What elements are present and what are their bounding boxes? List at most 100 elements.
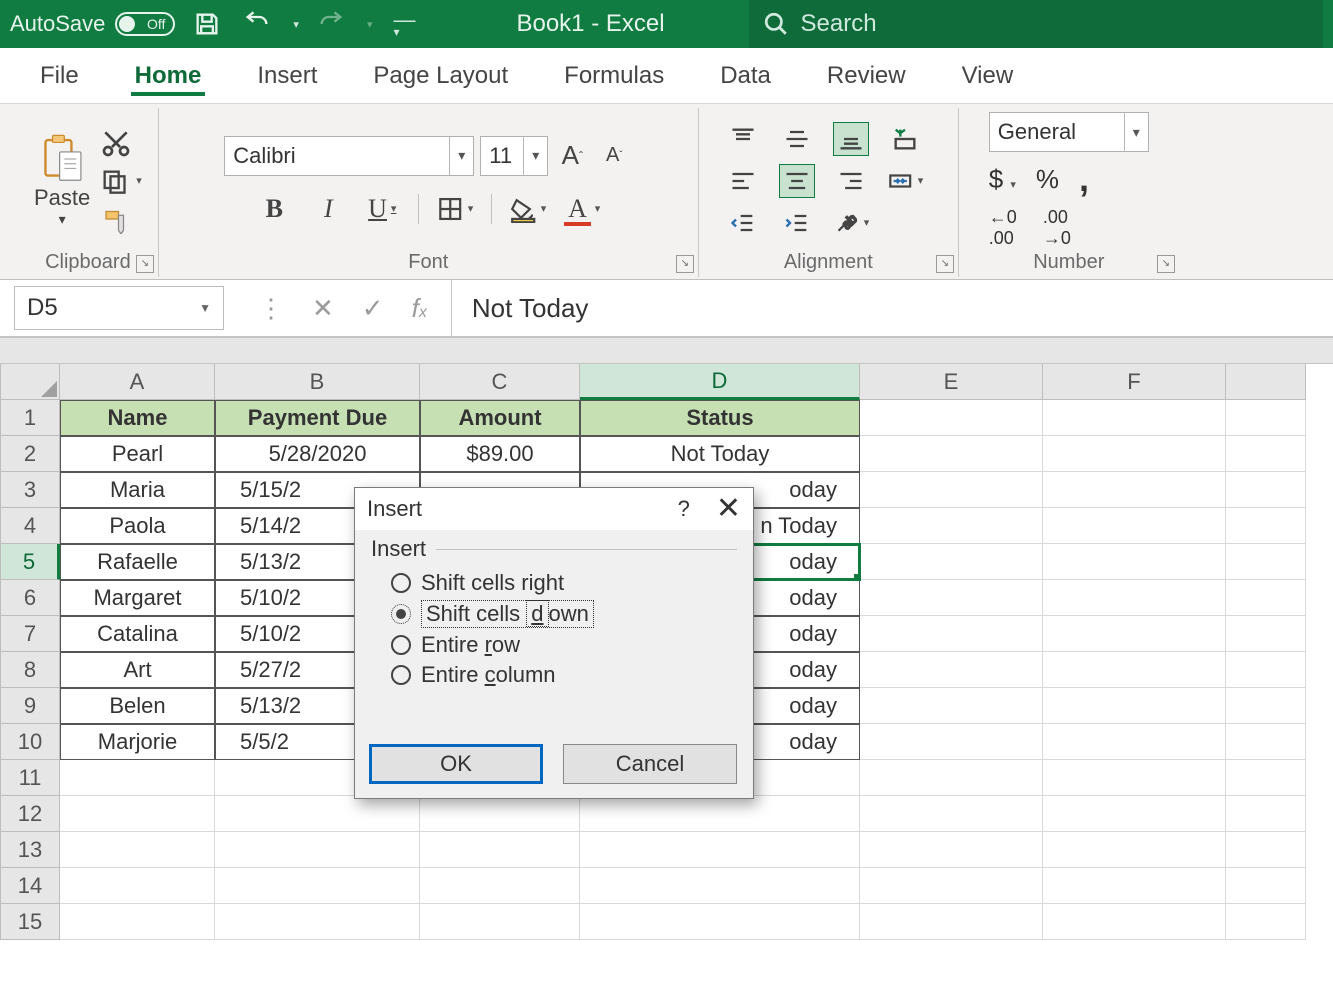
decrease-indent-icon[interactable] [725, 206, 761, 240]
bold-button[interactable]: B [256, 192, 292, 226]
table-header[interactable]: Payment Due [215, 400, 420, 436]
cell[interactable] [860, 652, 1043, 688]
cell[interactable]: Belen [60, 688, 215, 724]
increase-decimal-icon[interactable]: ←0.00 [989, 207, 1017, 249]
cell[interactable] [580, 868, 860, 904]
row-header[interactable]: 3 [0, 472, 60, 508]
cell[interactable] [1043, 832, 1226, 868]
cell[interactable] [860, 904, 1043, 940]
chevron-down-icon[interactable]: ▾ [293, 18, 299, 31]
fx-icon[interactable]: fx [412, 293, 427, 324]
comma-button[interactable]: , [1079, 172, 1089, 186]
font-size-combo[interactable]: 11▾ [480, 136, 548, 176]
autosave-toggle[interactable]: AutoSave Off [10, 11, 175, 37]
help-button[interactable]: ? [678, 496, 690, 522]
cell[interactable] [1043, 688, 1226, 724]
cell[interactable] [420, 868, 580, 904]
tab-file[interactable]: File [36, 56, 83, 96]
dialog-launcher-icon[interactable]: ↘ [936, 255, 954, 273]
cell[interactable] [860, 832, 1043, 868]
row-header[interactable]: 9 [0, 688, 60, 724]
underline-button[interactable]: U▾ [364, 192, 400, 226]
tab-view[interactable]: View [958, 56, 1018, 96]
cell[interactable] [1043, 652, 1226, 688]
cell[interactable] [60, 904, 215, 940]
dialog-launcher-icon[interactable]: ↘ [136, 255, 154, 273]
formula-input[interactable]: Not Today [452, 280, 1333, 336]
cell[interactable] [860, 868, 1043, 904]
tab-data[interactable]: Data [716, 56, 775, 96]
tab-review[interactable]: Review [823, 56, 910, 96]
row-header[interactable]: 6 [0, 580, 60, 616]
column-header[interactable]: D [580, 364, 860, 400]
radio-shift-right[interactable]: Shift cells right [391, 570, 717, 596]
cell[interactable]: Maria [60, 472, 215, 508]
cell[interactable] [215, 796, 420, 832]
cell[interactable] [1043, 616, 1226, 652]
cell[interactable] [860, 508, 1043, 544]
table-header[interactable]: Status [580, 400, 860, 436]
cell[interactable]: Pearl [60, 436, 215, 472]
cell[interactable] [420, 796, 580, 832]
customize-qat-button[interactable]: —▾ [386, 6, 422, 42]
italic-button[interactable]: I [310, 192, 346, 226]
dialog-launcher-icon[interactable]: ↘ [676, 255, 694, 273]
close-icon[interactable]: ✕ [716, 494, 741, 524]
chevron-down-icon[interactable]: ▾ [367, 18, 373, 31]
cell[interactable] [1226, 724, 1306, 760]
cell[interactable] [580, 904, 860, 940]
search-input[interactable]: Search [749, 0, 1323, 48]
cell[interactable] [60, 868, 215, 904]
cell[interactable] [1226, 688, 1306, 724]
cell[interactable] [1226, 652, 1306, 688]
cell[interactable] [1226, 796, 1306, 832]
cell[interactable]: Margaret [60, 580, 215, 616]
cell[interactable] [420, 832, 580, 868]
cell[interactable] [860, 400, 1043, 436]
cell[interactable] [215, 832, 420, 868]
copy-icon[interactable]: ▾ [100, 165, 142, 197]
cell[interactable] [1043, 580, 1226, 616]
cell[interactable] [1226, 760, 1306, 796]
row-header[interactable]: 10 [0, 724, 60, 760]
cell[interactable]: 5/28/2020 [215, 436, 420, 472]
row-header[interactable]: 2 [0, 436, 60, 472]
enter-formula-icon[interactable]: ✓ [362, 293, 384, 324]
cell[interactable] [1043, 508, 1226, 544]
cell[interactable] [860, 436, 1043, 472]
tab-insert[interactable]: Insert [253, 56, 321, 96]
cell[interactable] [580, 832, 860, 868]
column-header[interactable]: B [215, 364, 420, 400]
align-left-icon[interactable] [725, 164, 761, 198]
percent-button[interactable]: % [1036, 164, 1059, 195]
cell[interactable] [1043, 436, 1226, 472]
cell[interactable]: Catalina [60, 616, 215, 652]
column-header[interactable]: A [60, 364, 215, 400]
cancel-formula-icon[interactable]: ✕ [312, 293, 334, 324]
tab-page-layout[interactable]: Page Layout [369, 56, 512, 96]
merge-center-icon[interactable]: ▾ [887, 164, 923, 198]
cell[interactable] [420, 904, 580, 940]
cell[interactable]: Marjorie [60, 724, 215, 760]
cell[interactable]: Paola [60, 508, 215, 544]
format-painter-icon[interactable] [100, 203, 132, 235]
align-center-icon[interactable] [779, 164, 815, 198]
cell[interactable] [1043, 904, 1226, 940]
cell[interactable] [215, 868, 420, 904]
cell[interactable]: Not Today [580, 436, 860, 472]
cell[interactable] [60, 760, 215, 796]
cell[interactable] [1226, 868, 1306, 904]
cell[interactable] [1226, 580, 1306, 616]
cell[interactable] [1226, 616, 1306, 652]
wrap-text-icon[interactable] [887, 122, 923, 156]
cell[interactable]: Rafaelle [60, 544, 215, 580]
row-header[interactable]: 12 [0, 796, 60, 832]
fill-color-button[interactable]: ▾ [510, 192, 546, 226]
cell[interactable] [1226, 436, 1306, 472]
row-header[interactable]: 7 [0, 616, 60, 652]
cell[interactable] [860, 580, 1043, 616]
name-box[interactable]: D5▼ [14, 286, 224, 330]
cell[interactable] [860, 688, 1043, 724]
row-header[interactable]: 5 [0, 544, 60, 580]
column-header[interactable]: E [860, 364, 1043, 400]
